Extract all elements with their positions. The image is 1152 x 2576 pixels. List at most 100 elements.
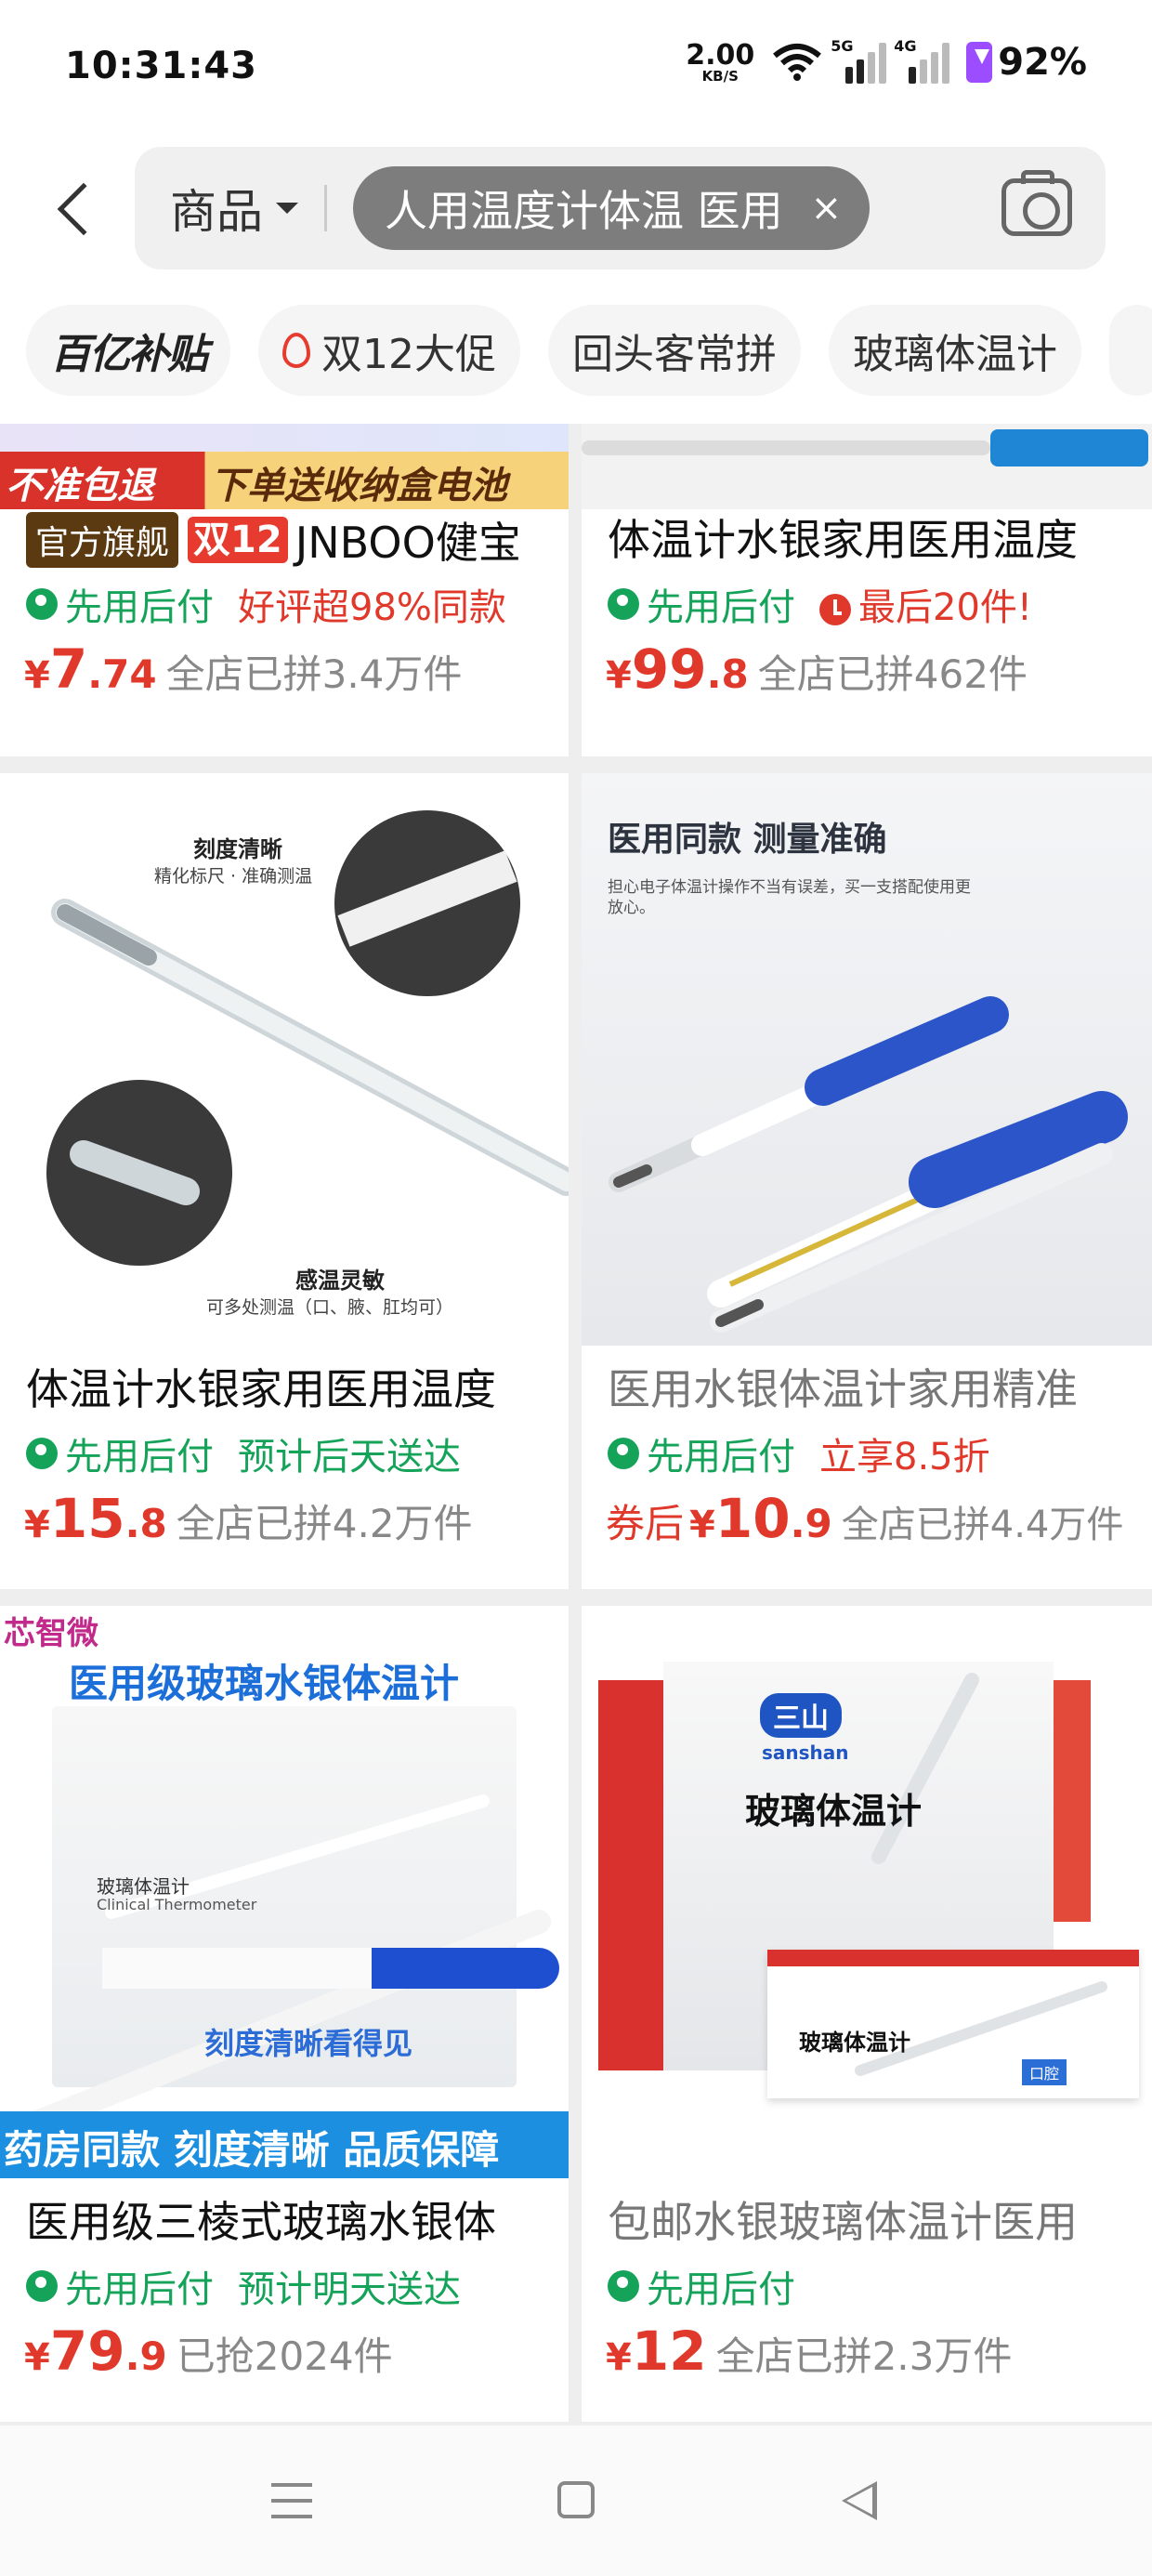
caret-down-icon (276, 203, 298, 214)
pay-later-tag: 先用后付 (608, 2259, 795, 2313)
divider (324, 185, 327, 231)
brand-text: 芯智微 (4, 1615, 98, 1652)
pay-later-tag: 先用后付 (26, 1426, 214, 1480)
product-price: ¥12 (606, 2320, 707, 2383)
image-caption: 刻度清晰看得见 (204, 2026, 413, 2061)
signal-5g-icon: 5G (831, 37, 887, 84)
sales-count: 全店已拼4.2万件 (176, 1501, 473, 1546)
pay-later-icon (26, 2270, 58, 2302)
box-label: 口腔 (1022, 2059, 1067, 2085)
chevron-left-icon (57, 182, 111, 236)
wifi-icon (773, 44, 822, 81)
search-box[interactable]: 商品 人用温度计体温 医用 × (135, 147, 1106, 269)
pay-later-icon (608, 2270, 639, 2302)
filter-chip-double12[interactable]: 双12大促 (258, 305, 520, 396)
product-title: 包邮水银玻璃体温计医用 (608, 2197, 1078, 2247)
image-caption: 担心电子体温计操作不当有误差，买一支搭配使用更放心。 (608, 878, 971, 917)
filter-chip-glass-thermometer[interactable]: 玻璃体温计 (829, 305, 1081, 396)
clock-icon (819, 594, 851, 625)
battery-icon (966, 42, 993, 83)
product-card[interactable]: 刻度清晰 精化标尺 · 准确测温 感温灵敏 可多处测温（口、腋、肛均可） 体温计… (0, 773, 569, 1589)
signal-4g-icon: 4G (894, 37, 950, 84)
product-title: 体温计水银家用医用温度 (26, 1364, 496, 1414)
product-price: ¥7.74 (24, 637, 157, 701)
network-speed: 2.00 KB/S (686, 38, 755, 85)
status-icons: 2.00 KB/S 5G 4G 92% (686, 37, 1087, 85)
sales-count: 全店已拼2.3万件 (715, 2333, 1013, 2379)
product-price: ¥79.9 (24, 2320, 167, 2383)
double12-badge: 双12 (188, 517, 288, 563)
product-image: 医用同款 测量准确 担心电子体温计操作不当有误差，买一支搭配使用更放心。 (582, 773, 1152, 1346)
image-headline: 医用同款 测量准确 (608, 821, 887, 859)
camera-icon[interactable] (1001, 170, 1072, 236)
image-caption: 刻度清晰 (193, 836, 282, 862)
filter-chips: 百亿补贴 双12大促 回头客常拼 玻璃体温计 (0, 305, 1152, 407)
pay-later-icon (608, 1438, 639, 1469)
product-card[interactable]: 不准包退 下单送收纳盒电池 官方旗舰 双12 JNBOO健宝 先用后付 好评超9… (0, 424, 569, 756)
sales-count: 全店已拼462件 (757, 651, 1028, 697)
product-card[interactable]: 三山 sanshan 玻璃体温计 玻璃体温计 口腔 包邮水银玻璃体温计医用 先用… (582, 1606, 1152, 2422)
image-caption: 感温灵敏 (295, 1268, 385, 1294)
menu-icon[interactable] (271, 2483, 312, 2518)
product-price: ¥15.8 (24, 1487, 167, 1550)
product-image (582, 424, 1152, 509)
product-price: ¥99.8 (606, 637, 749, 701)
sales-count: 全店已拼3.4万件 (165, 651, 463, 697)
banner-right-text: 下单送收纳盒电池 (210, 465, 507, 507)
flagship-badge: 官方旗舰 (26, 512, 179, 568)
image-caption: 玻璃体温计 (97, 1875, 190, 1898)
filter-chip-more[interactable] (1109, 305, 1152, 396)
product-card[interactable]: 医用同款 测量准确 担心电子体温计操作不当有误差，买一支搭配使用更放心。 医用水… (582, 773, 1152, 1589)
product-card[interactable]: 芯智微 医用级玻璃水银体温计 玻璃体温计 Clinical Thermomete… (0, 1606, 569, 2422)
coupon-label: 券后 (606, 1501, 685, 1546)
sales-count: 全店已拼4.4万件 (841, 1504, 1124, 1546)
flame-icon (282, 333, 310, 368)
discount-tag: 立享8.5折 (819, 1436, 990, 1479)
thermometer-illustration (46, 810, 569, 1266)
product-price: ¥10.9 (689, 1487, 832, 1550)
pay-later-tag: 先用后付 (608, 1426, 795, 1480)
product-title: 医用级三棱式玻璃水银体 (26, 2197, 496, 2247)
system-nav-bar (0, 2425, 1152, 2576)
pay-later-icon (26, 588, 58, 620)
banner-left-text: 不准包退 (6, 465, 154, 507)
product-title: JNBOO健宝 (295, 518, 521, 568)
filter-chip-repeat-buyers[interactable]: 回头客常拼 (548, 305, 801, 396)
product-card[interactable]: 体温计水银家用医用温度 先用后付 最后20件! ¥99.8 全店已拼462件 (582, 424, 1152, 756)
product-image: 三山 sanshan 玻璃体温计 玻璃体温计 口腔 (582, 1606, 1152, 2178)
pay-later-tag: 先用后付 (608, 577, 795, 631)
thermometer-illustration (855, 1673, 1107, 2076)
pay-later-icon (608, 588, 639, 620)
back-button[interactable] (37, 167, 111, 251)
pay-later-tag: 先用后付 (26, 2259, 214, 2313)
back-triangle-icon[interactable] (842, 2481, 877, 2520)
product-title: 体温计水银家用医用温度 (608, 515, 1078, 565)
product-image: 刻度清晰 精化标尺 · 准确测温 感温灵敏 可多处测温（口、腋、肛均可） (0, 773, 569, 1346)
stock-tag: 最后20件! (819, 577, 1032, 631)
home-icon[interactable] (557, 2481, 595, 2518)
image-caption: Clinical Thermometer (97, 1896, 257, 1913)
category-dropdown[interactable]: 商品 (170, 175, 298, 242)
image-headline: 医用级玻璃水银体温计 (69, 1661, 460, 1706)
box-title: 玻璃体温计 (745, 1791, 923, 1832)
delivery-tag: 预计明天送达 (238, 2268, 461, 2311)
status-time: 10:31:43 (65, 45, 257, 87)
image-caption: 可多处测温（口、腋、肛均可） (206, 1297, 454, 1318)
product-image: 芯智微 医用级玻璃水银体温计 玻璃体温计 Clinical Thermomete… (0, 1606, 569, 2178)
promo-tag: 好评超98%同款 (238, 586, 506, 629)
filter-chip-subsidy[interactable]: 百亿补贴 (26, 305, 230, 396)
image-footer: 药房同款 刻度清晰 品质保障 (4, 2127, 500, 2173)
pay-later-icon (26, 1438, 58, 1469)
brand-logo: 三山 (760, 1693, 842, 1738)
sales-count: 已抢2024件 (176, 2333, 393, 2379)
image-caption: 精化标尺 · 准确测温 (154, 866, 313, 887)
search-header: 商品 人用温度计体温 医用 × (0, 139, 1152, 288)
column-divider (569, 424, 582, 2422)
brand-en-text: sanshan (762, 1741, 849, 1764)
clear-query-icon[interactable]: × (811, 187, 843, 230)
product-title: 医用水银体温计家用精准 (608, 1364, 1078, 1414)
status-bar: 10:31:43 2.00 KB/S 5G 4G 92% (0, 0, 1152, 139)
search-query-chip[interactable]: 人用温度计体温 医用 × (353, 166, 871, 250)
pay-later-tag: 先用后付 (26, 577, 214, 631)
battery-indicator: 92% (966, 41, 1087, 84)
